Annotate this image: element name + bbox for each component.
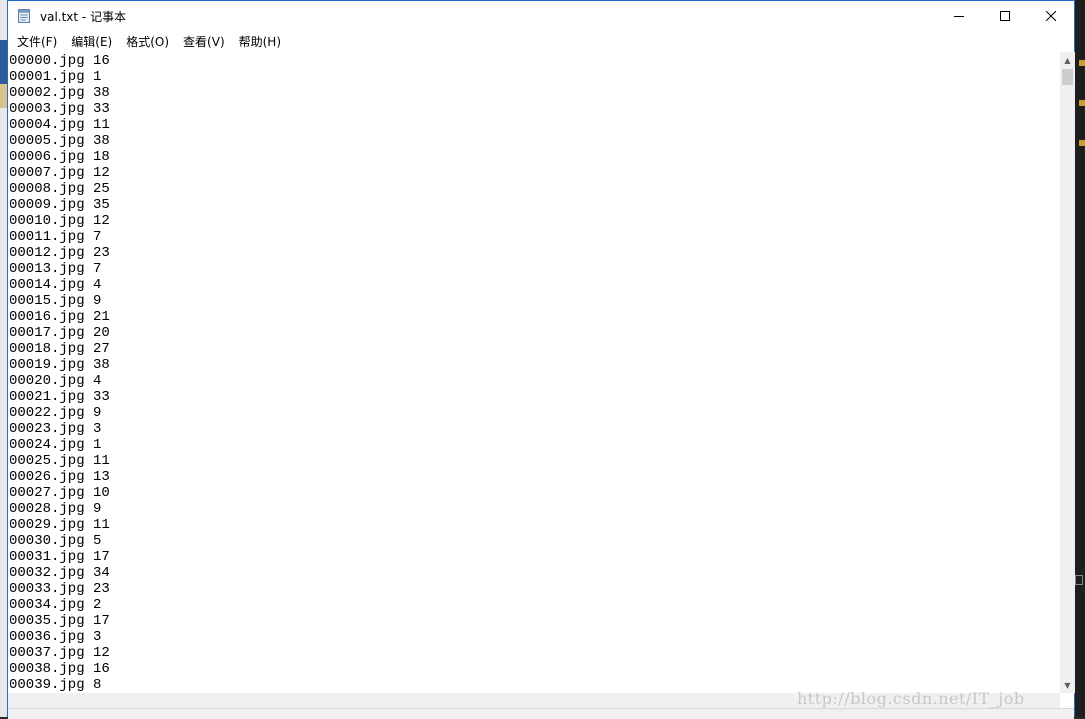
notepad-window: val.txt - 记事本 文件(F) 编辑(E) 格式(O) 查看(V) 帮助…: [7, 0, 1075, 719]
text-line[interactable]: 00026.jpg 13: [9, 469, 110, 485]
text-line[interactable]: 00028.jpg 9: [9, 501, 110, 517]
text-line[interactable]: 00002.jpg 38: [9, 85, 110, 101]
background-accent: [0, 84, 7, 108]
text-line[interactable]: 00017.jpg 20: [9, 325, 110, 341]
vertical-scrollbar[interactable]: ▲ ▼: [1060, 52, 1075, 693]
text-line[interactable]: 00036.jpg 3: [9, 629, 110, 645]
text-line[interactable]: 00011.jpg 7: [9, 229, 110, 245]
text-line[interactable]: 00005.jpg 38: [9, 133, 110, 149]
text-line[interactable]: 00030.jpg 5: [9, 533, 110, 549]
scroll-up-arrow[interactable]: ▲: [1060, 52, 1075, 68]
text-line[interactable]: 00032.jpg 34: [9, 565, 110, 581]
text-line[interactable]: 00027.jpg 10: [9, 485, 110, 501]
close-button[interactable]: [1028, 1, 1074, 31]
text-line[interactable]: 00022.jpg 9: [9, 405, 110, 421]
text-line[interactable]: 00007.jpg 12: [9, 165, 110, 181]
text-line[interactable]: 00021.jpg 33: [9, 389, 110, 405]
background-mark: [1079, 100, 1085, 106]
text-line[interactable]: 00037.jpg 12: [9, 645, 110, 661]
text-line[interactable]: 00025.jpg 11: [9, 453, 110, 469]
text-line[interactable]: 00006.jpg 18: [9, 149, 110, 165]
caption-buttons: [936, 1, 1074, 31]
scroll-thumb[interactable]: [1062, 69, 1073, 85]
text-line[interactable]: 00004.jpg 11: [9, 117, 110, 133]
text-line[interactable]: 00019.jpg 38: [9, 357, 110, 373]
text-line[interactable]: 00035.jpg 17: [9, 613, 110, 629]
notepad-icon[interactable]: [16, 8, 32, 24]
scroll-down-arrow[interactable]: ▼: [1060, 677, 1075, 693]
menu-view[interactable]: 查看(V): [176, 33, 232, 50]
maximize-icon: [1000, 11, 1010, 21]
text-line[interactable]: 00009.jpg 35: [9, 197, 110, 213]
background-mark: [1079, 60, 1085, 66]
text-line[interactable]: 00024.jpg 1: [9, 437, 110, 453]
text-line[interactable]: 00038.jpg 16: [9, 661, 110, 677]
text-line[interactable]: 00023.jpg 3: [9, 421, 110, 437]
menu-bar: 文件(F) 编辑(E) 格式(O) 查看(V) 帮助(H): [8, 31, 1074, 51]
text-line[interactable]: 00020.jpg 4: [9, 373, 110, 389]
title-bar[interactable]: val.txt - 记事本: [8, 1, 1074, 31]
text-line[interactable]: 00029.jpg 11: [9, 517, 110, 533]
text-line[interactable]: 00012.jpg 23: [9, 245, 110, 261]
document-text[interactable]: 00000.jpg 16 00001.jpg 1 00002.jpg 38 00003…: [9, 53, 110, 693]
menu-format[interactable]: 格式(O): [119, 33, 176, 50]
text-line[interactable]: 00000.jpg 16: [9, 53, 110, 69]
background-mark: [1075, 575, 1083, 585]
status-bar: [8, 708, 1074, 719]
minimize-button[interactable]: [936, 1, 982, 31]
text-line[interactable]: 00018.jpg 27: [9, 341, 110, 357]
menu-file[interactable]: 文件(F): [10, 33, 64, 50]
menu-help[interactable]: 帮助(H): [232, 33, 288, 50]
text-line[interactable]: 00031.jpg 17: [9, 549, 110, 565]
text-line[interactable]: 00034.jpg 2: [9, 597, 110, 613]
minimize-icon: [954, 16, 964, 17]
text-line[interactable]: 00013.jpg 7: [9, 261, 110, 277]
maximize-button[interactable]: [982, 1, 1028, 31]
text-line[interactable]: 00039.jpg 8: [9, 677, 110, 693]
text-editor[interactable]: 00000.jpg 16 00001.jpg 1 00002.jpg 38 00003…: [8, 52, 1060, 693]
background-window-right: [1075, 0, 1085, 717]
watermark-text: http://blog.csdn.net/IT_job: [797, 689, 1025, 708]
text-line[interactable]: 00010.jpg 12: [9, 213, 110, 229]
window-title: val.txt - 记事本: [40, 9, 127, 24]
text-line[interactable]: 00001.jpg 1: [9, 69, 110, 85]
text-line[interactable]: 00016.jpg 21: [9, 309, 110, 325]
text-line[interactable]: 00015.jpg 9: [9, 293, 110, 309]
close-icon: [1046, 11, 1056, 21]
text-line[interactable]: 00014.jpg 4: [9, 277, 110, 293]
text-line[interactable]: 00033.jpg 23: [9, 581, 110, 597]
menu-edit[interactable]: 编辑(E): [64, 33, 119, 50]
background-mark: [1079, 140, 1085, 146]
text-line[interactable]: 00008.jpg 25: [9, 181, 110, 197]
text-line[interactable]: 00003.jpg 33: [9, 101, 110, 117]
